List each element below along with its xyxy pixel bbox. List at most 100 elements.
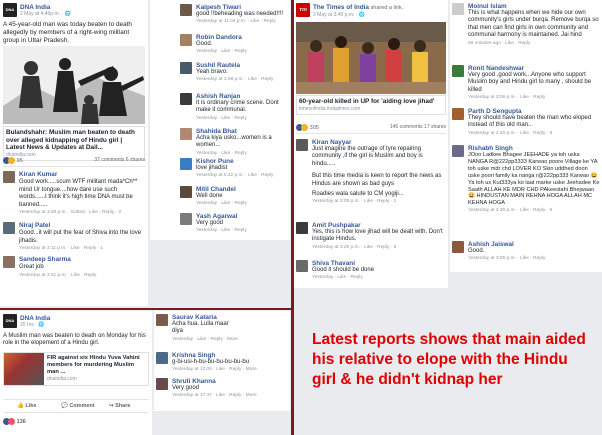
- comment-meta[interactable]: Yesterday at 3:05 p.m. · Like · Reply · …: [312, 199, 446, 204]
- comments-column-d: Saurav Kataria Acha hua. Lulla maar diya…: [154, 311, 290, 411]
- comment-meta[interactable]: Yesterday at 12:09 · Like · Reply · More: [172, 367, 288, 372]
- avatar[interactable]: [156, 314, 168, 326]
- link-title: FIR against six Hindu Yuva Vahini member…: [47, 355, 140, 375]
- commenter-name[interactable]: Kalpesh Tiwari: [196, 4, 288, 11]
- commenter-name[interactable]: Saurav Kataria: [172, 314, 288, 321]
- callout-text: Latest reports shows that main aided his…: [312, 331, 586, 388]
- reactions-count[interactable]: 305: [310, 125, 319, 131]
- comment-meta[interactable]: Yesterday · Like · Reply: [196, 151, 288, 156]
- avatar[interactable]: [156, 352, 168, 364]
- comment-meta[interactable]: Yesterday at 2:40 p.m. · Like · Reply · …: [468, 131, 600, 136]
- commenter-name[interactable]: Shiva Thavani: [312, 260, 446, 267]
- comment-meta[interactable]: Yesterday at 4:30 p.m. · Like · Reply · …: [468, 208, 600, 213]
- avatar[interactable]: [452, 145, 464, 157]
- page-avatar[interactable]: DNA: [3, 314, 17, 328]
- comment-meta[interactable]: Yesterday at 3:08 p.m. · Edited · Like ·…: [19, 210, 146, 215]
- link-preview-caption[interactable]: 60-year-old killed in UP for 'aiding lov…: [296, 95, 446, 115]
- comment-meta[interactable]: Yesterday at 3:05 p.m. · Like · Reply: [468, 256, 600, 261]
- post-time[interactable]: 2 May at 4:46p.m. ·: [20, 11, 64, 17]
- page-name[interactable]: DNA India: [20, 315, 50, 322]
- page-name[interactable]: DNA India: [20, 4, 71, 11]
- comments-shares-count[interactable]: 145 comments 17 shares: [390, 124, 446, 130]
- page-avatar[interactable]: TOI: [296, 3, 310, 17]
- comment-meta[interactable]: Yesterday at 6:22 p.m. · Like · Reply: [196, 173, 288, 178]
- avatar[interactable]: [180, 128, 192, 140]
- comment-meta[interactable]: Yesterday · Like · Reply: [196, 228, 288, 233]
- comment-meta[interactable]: Yesterday · Like · Reply: [312, 275, 446, 280]
- avatar[interactable]: [296, 260, 308, 272]
- commenter-name[interactable]: Amit Pushpakar: [312, 222, 446, 229]
- avatar[interactable]: [180, 93, 192, 105]
- post-times-of-india: TOI The Times of India shared a link. 2 …: [294, 0, 448, 288]
- comment-text: Just imagine the outrage of tyre repairi…: [312, 146, 423, 167]
- like-button[interactable]: 👍 Like: [17, 403, 36, 409]
- comment-meta[interactable]: Yesterday at 3:08 p.m. · Like · Reply: [196, 77, 288, 82]
- share-button[interactable]: ↪ Share: [109, 403, 130, 409]
- commenter-name[interactable]: Rishabh Singh: [468, 145, 600, 152]
- link-preview-caption[interactable]: Bulandshahr: Muslim man beaten to death …: [3, 126, 145, 161]
- avatar[interactable]: [3, 222, 15, 234]
- reactions-count[interactable]: 136: [17, 419, 26, 425]
- avatar[interactable]: [452, 65, 464, 77]
- link-preview-image[interactable]: [296, 22, 446, 94]
- post-time[interactable]: 2 May at 3:45 p.m. ·: [313, 12, 359, 18]
- commenter-name[interactable]: Robin Dandora: [196, 34, 288, 41]
- commenter-name[interactable]: Yash Agarwal: [196, 213, 288, 220]
- commenter-name[interactable]: Ashish Ranjan: [196, 93, 288, 100]
- link-preview[interactable]: FIR against six Hindu Yuva Vahini member…: [3, 352, 149, 386]
- avatar[interactable]: [452, 108, 464, 120]
- link-preview-image[interactable]: [3, 46, 145, 124]
- comment-meta[interactable]: Yesterday at 3:26 p.m. · Like · Reply · …: [312, 245, 446, 250]
- avatar[interactable]: [452, 3, 464, 15]
- comment-meta[interactable]: Yesterday at 3:08 p.m. · Like · Reply: [468, 95, 600, 100]
- comment-meta[interactable]: Yesterday · Like · Reply: [196, 49, 288, 54]
- commenter-name[interactable]: Kishor Pune: [196, 158, 288, 165]
- comment-meta[interactable]: Yesterday at 17:47 · Like · Reply · More: [172, 393, 288, 398]
- avatar[interactable]: [180, 4, 192, 16]
- post-text: A Muslim man was beaten to death on Mond…: [3, 333, 146, 347]
- commenter-name[interactable]: Mitil Chandel: [196, 186, 288, 193]
- commenter-name[interactable]: Niraj Patel: [19, 222, 50, 229]
- post-text: A 45-year-old man was today beaten to de…: [3, 21, 132, 44]
- commenter-name[interactable]: Ashish Jaiswal: [468, 241, 600, 248]
- avatar[interactable]: [296, 222, 308, 234]
- avatar[interactable]: [3, 256, 15, 268]
- comment-text-continued: But this time media is keen to report th…: [312, 173, 442, 187]
- crowd-photo: [296, 22, 446, 94]
- commenter-name[interactable]: Moinul Islam: [468, 3, 600, 10]
- comment-meta[interactable]: Yesterday · Like · Reply · More: [172, 337, 288, 342]
- commenter-name[interactable]: Krishna Singh: [172, 352, 288, 359]
- avatar[interactable]: [296, 139, 308, 151]
- page-avatar[interactable]: DNA: [3, 3, 17, 17]
- comments-shares-count[interactable]: 37 comments 6 shares: [94, 157, 145, 163]
- avatar[interactable]: [180, 213, 192, 225]
- avatar[interactable]: [3, 171, 15, 183]
- avatar[interactable]: [180, 34, 192, 46]
- reactions-count[interactable]: 95: [17, 158, 23, 164]
- comment-meta[interactable]: Yesterday at 3:11 p.m. · Like · Reply · …: [19, 246, 146, 251]
- commenter-name[interactable]: Kiran Kumar: [19, 171, 57, 178]
- commenter-name[interactable]: Shahida Bhat: [196, 128, 288, 135]
- comments-column-b: Kalpesh Tiwari good !!beheading was need…: [150, 0, 290, 240]
- comment-meta[interactable]: Yesterday · Like · Reply: [196, 201, 288, 206]
- avatar[interactable]: [156, 378, 168, 390]
- avatar[interactable]: [452, 241, 464, 253]
- comment-text: Acha kiya usko...women is a women...: [196, 135, 272, 149]
- commenter-name[interactable]: Sandeep Sharma: [19, 256, 71, 263]
- comment-text: Good...it will put the fear of Shiva int…: [19, 230, 142, 244]
- post-time[interactable]: 20 hrs ·: [20, 322, 38, 328]
- commenter-name[interactable]: Ronit Nandeshwar: [468, 65, 600, 72]
- comment-meta[interactable]: Yesterday · Like · Reply: [196, 116, 288, 121]
- avatar[interactable]: [180, 158, 192, 170]
- page-name[interactable]: The Times of India: [313, 4, 369, 11]
- comment-meta[interactable]: Yesterday at 11:04 p.m. · Like · Reply: [196, 19, 288, 24]
- comment-meta[interactable]: 59 minutes ago · Like · Reply: [468, 41, 600, 46]
- commenter-name[interactable]: Sushil Rautela: [196, 62, 288, 69]
- commenter-name[interactable]: Parth D Sengupta: [468, 108, 600, 115]
- avatar[interactable]: [180, 62, 192, 74]
- comment-meta[interactable]: Yesterday at 3:21 p.m. · Like · Reply: [19, 273, 146, 278]
- commenter-name[interactable]: Shruti Khanna: [172, 378, 288, 385]
- avatar[interactable]: [180, 186, 192, 198]
- comment-button[interactable]: 💬 Comment: [61, 403, 95, 409]
- commenter-name[interactable]: Kiran Nayyar: [312, 139, 446, 146]
